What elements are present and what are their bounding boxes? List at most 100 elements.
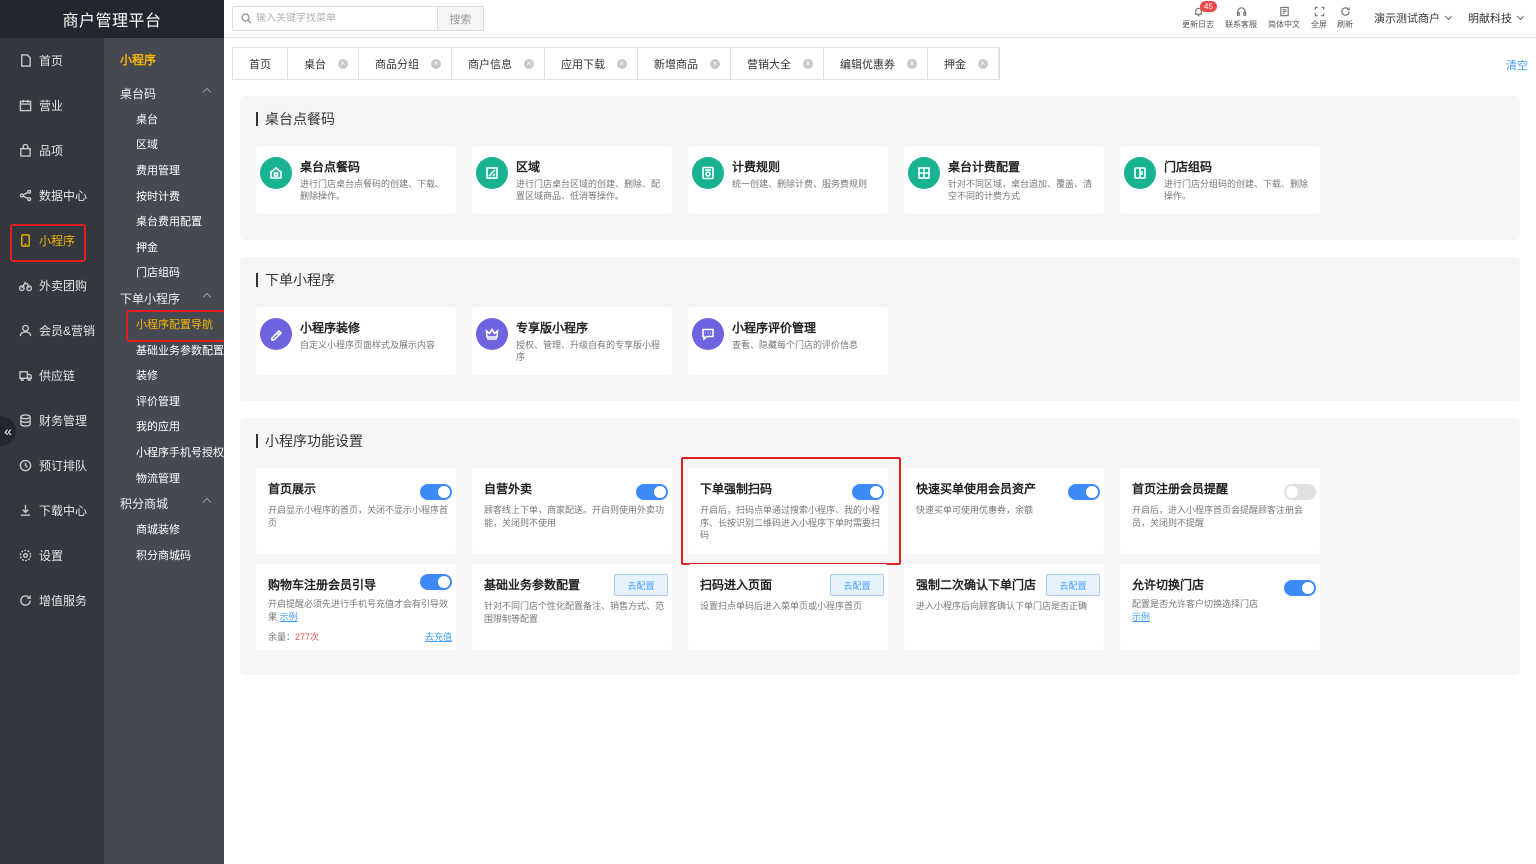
setting-quick-pay-member-assets: 快速买单使用会员资产 快速买单可使用优惠券，余额 (904, 468, 1104, 554)
card-review-management[interactable]: 小程序评价管理 查看、隐藏每个门店的评价信息 (688, 307, 888, 375)
card-table-order-code[interactable]: 桌台点餐码 进行门店桌台点餐码的创建、下载、删除操作。 (256, 146, 456, 214)
remain-label: 余量： (268, 632, 296, 642)
sub-group-table-code[interactable]: 桌台码 (104, 80, 224, 106)
tab-marketing[interactable]: 营销大全 × (731, 48, 824, 79)
close-icon[interactable]: × (338, 58, 348, 69)
tab-deposit[interactable]: 押金 × (928, 48, 999, 79)
tab-product-group[interactable]: 商品分组 × (359, 48, 452, 79)
nav-item-value-added[interactable]: 增值服务 (0, 578, 104, 623)
card-billing-rules[interactable]: 计费规则 统一创建、删除计费、服务费规则 (688, 146, 888, 214)
close-icon[interactable]: × (803, 58, 813, 69)
nav-item-reservation[interactable]: 预订排队 (0, 443, 104, 488)
search-input[interactable] (256, 13, 426, 24)
bag-icon (18, 144, 32, 158)
language-button[interactable]: 简体中文 (1264, 6, 1304, 32)
sub-item-store-group-code[interactable]: 门店组码 (104, 260, 224, 286)
sub-group-label: 桌台码 (120, 86, 157, 101)
switch-store-toggle[interactable] (1284, 580, 1316, 596)
tab-home[interactable]: 首页 (233, 48, 288, 79)
nav-item-products[interactable]: 品项 (0, 128, 104, 173)
card-desc: 授权、管理、升级自有的专享版小程序 (516, 340, 661, 362)
sub-item-basic-params[interactable]: 基础业务参数配置 (104, 337, 224, 363)
document-icon (18, 54, 32, 68)
phone-icon (18, 234, 32, 248)
setting-cart-register-guide: 购物车注册会员引导 开启提醒必须先进行手机号充值才会有引导效果 示例 余量：27… (256, 564, 456, 650)
update-log-button[interactable]: 45 更新日志 (1178, 1, 1218, 32)
nav-label: 首页 (39, 54, 64, 68)
close-icon[interactable]: × (431, 58, 441, 69)
close-icon[interactable]: × (524, 58, 534, 69)
tab-new-product[interactable]: 新增商品 × (638, 48, 731, 79)
sub-item-review-management[interactable]: 评价管理 (104, 388, 224, 414)
nav-item-home[interactable]: 首页 (0, 38, 104, 83)
contact-support-button[interactable]: 联系客服 (1221, 6, 1261, 32)
sub-item-my-apps[interactable]: 我的应用 (104, 414, 224, 440)
nav-item-delivery[interactable]: 外卖团购 (0, 263, 104, 308)
cart-register-toggle[interactable] (420, 574, 452, 590)
section-order-mini-program: 下单小程序 小程序装修 自定义小程序页面样式及展示内容 专享版小程序 授权、管理… (240, 257, 1520, 401)
sub-item-area[interactable]: 区域 (104, 132, 224, 158)
sub-group-points-mall[interactable]: 积分商城 (104, 490, 224, 516)
card-store-group-code[interactable]: 门店组码 进行门店分组码的创建、下载、删除操作。 (1120, 146, 1320, 214)
configure-button[interactable]: 去配置 (1046, 574, 1100, 596)
configure-button[interactable]: 去配置 (614, 574, 668, 596)
sub-item-fee-management[interactable]: 费用管理 (104, 157, 224, 183)
close-icon[interactable]: × (907, 58, 917, 69)
sub-item-table[interactable]: 桌台 (104, 106, 224, 132)
card-mini-program-decoration[interactable]: 小程序装修 自定义小程序页面样式及展示内容 (256, 307, 456, 375)
configure-button[interactable]: 去配置 (830, 574, 884, 596)
setting-title: 扫码进入页面 (700, 578, 773, 592)
sub-item-deposit[interactable]: 押金 (104, 234, 224, 260)
sub-item-decoration[interactable]: 装修 (104, 362, 224, 388)
nav-label: 预订排队 (39, 459, 88, 473)
sub-item-points-mall-code[interactable]: 积分商城码 (104, 542, 224, 568)
nav-item-mini-program[interactable]: 小程序 (0, 218, 104, 263)
close-icon[interactable]: × (978, 58, 988, 69)
example-link[interactable]: 示例 (280, 612, 298, 622)
self-delivery-toggle[interactable] (636, 484, 668, 500)
sub-item-time-billing[interactable]: 按时计费 (104, 183, 224, 209)
nav-item-download-center[interactable]: 下载中心 (0, 488, 104, 533)
sub-item-table-fee-config[interactable]: 桌台费用配置 (104, 208, 224, 234)
page-tabs: 首页 桌台 × 商品分组 × 商户信息 × 应用下载 × 新增商品 × 营销大全 × 编辑优… (232, 47, 1000, 80)
sub-group-order-mini-program[interactable]: 下单小程序 (104, 285, 224, 311)
recharge-link[interactable]: 去充值 (425, 630, 452, 643)
merchant-dropdown[interactable]: 演示测试商户 (1374, 10, 1453, 26)
refresh-button[interactable]: 刷新 (1325, 6, 1365, 32)
nav-item-finance[interactable]: 财务管理 (0, 398, 104, 443)
search-button[interactable]: 搜索 (437, 6, 484, 31)
clock-icon (18, 459, 32, 473)
clear-tabs-link[interactable]: 清空 (1506, 57, 1528, 73)
setting-homepage-display: 首页展示 开启显示小程序的首页，关闭不显示小程序首页 (256, 468, 456, 554)
tab-merchant-info[interactable]: 商户信息 × (452, 48, 545, 79)
tab-label: 营销大全 (747, 58, 791, 71)
register-reminder-toggle[interactable] (1284, 484, 1316, 500)
example-link[interactable]: 示例 (1132, 612, 1150, 622)
card-exclusive-mini-program[interactable]: 专享版小程序 授权、管理、升级自有的专享版小程序 (472, 307, 672, 375)
card-title: 专享版小程序 (516, 321, 589, 335)
nav-label: 品项 (39, 144, 64, 158)
nav-item-supply-chain[interactable]: 供应链 (0, 353, 104, 398)
sub-item-logistics[interactable]: 物流管理 (104, 465, 224, 491)
close-icon[interactable]: × (710, 58, 720, 69)
nav-item-business[interactable]: 营业 (0, 83, 104, 128)
nav-label: 数据中心 (39, 189, 88, 203)
nav-item-data-center[interactable]: 数据中心 (0, 173, 104, 218)
section-title: 桌台点餐码 (256, 112, 335, 126)
sub-item-config-navigation[interactable]: 小程序配置导航 (104, 310, 224, 342)
tab-table[interactable]: 桌台 × (288, 48, 359, 79)
group-icon (1124, 157, 1156, 189)
card-area[interactable]: 区域 进行门店桌台区域的创建、删除、配置区域商品、低消等操作。 (472, 146, 672, 214)
nav-item-settings[interactable]: 设置 (0, 533, 104, 578)
tab-app-download[interactable]: 应用下载 × (545, 48, 638, 79)
card-table-billing-config[interactable]: 桌台计费配置 针对不同区域，桌台追加、覆盖、清空不同的计费方式 (904, 146, 1104, 214)
nav-item-member-marketing[interactable]: 会员&营销 (0, 308, 104, 353)
company-dropdown[interactable]: 明献科技 (1468, 10, 1525, 26)
sub-item-mall-decoration[interactable]: 商城装修 (104, 516, 224, 542)
homepage-display-toggle[interactable] (420, 484, 452, 500)
quick-pay-member-toggle[interactable] (1068, 484, 1100, 500)
translate-icon (1279, 6, 1289, 17)
sub-item-phone-auth[interactable]: 小程序手机号授权 (104, 439, 224, 465)
tab-edit-coupon[interactable]: 编辑优惠券 × (824, 48, 928, 79)
close-icon[interactable]: × (617, 58, 627, 69)
